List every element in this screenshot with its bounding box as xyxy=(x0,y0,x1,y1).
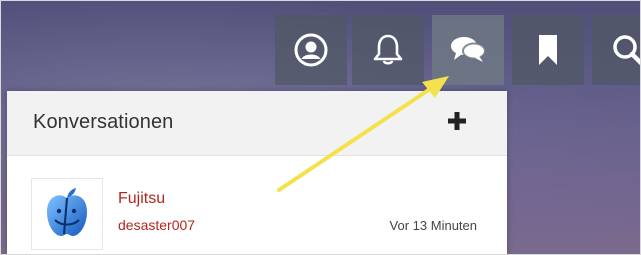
search-icon xyxy=(613,35,640,66)
panel-header: Konversationen xyxy=(7,91,507,156)
mac-finder-icon xyxy=(47,188,87,236)
conversation-time: Vor 13 Minuten xyxy=(389,218,477,233)
conversation-title-link[interactable]: Fujitsu xyxy=(118,190,165,208)
avatar xyxy=(31,178,103,250)
chat-bubbles-icon xyxy=(451,37,486,62)
plus-icon xyxy=(448,112,466,130)
conversation-list-item[interactable]: Fujitsu desaster007 Vor 13 Minuten xyxy=(7,156,507,254)
new-conversation-button[interactable] xyxy=(443,107,471,135)
conversations-panel: Konversationen Fujitsu desaster007 Vor 1… xyxy=(7,91,507,254)
conversations-button[interactable] xyxy=(432,15,504,85)
user-circle-icon xyxy=(294,33,328,67)
search-button[interactable] xyxy=(592,15,640,85)
conversation-user-link[interactable]: desaster007 xyxy=(118,217,195,233)
profile-button[interactable] xyxy=(275,15,347,85)
bookmark-icon xyxy=(539,35,557,65)
screenshot-frame: Konversationen Fujitsu desaster007 Vor 1… xyxy=(0,0,641,255)
notifications-button[interactable] xyxy=(352,15,424,85)
panel-title: Konversationen xyxy=(33,111,174,133)
bell-icon xyxy=(373,34,403,65)
bookmarks-button[interactable] xyxy=(512,15,584,85)
